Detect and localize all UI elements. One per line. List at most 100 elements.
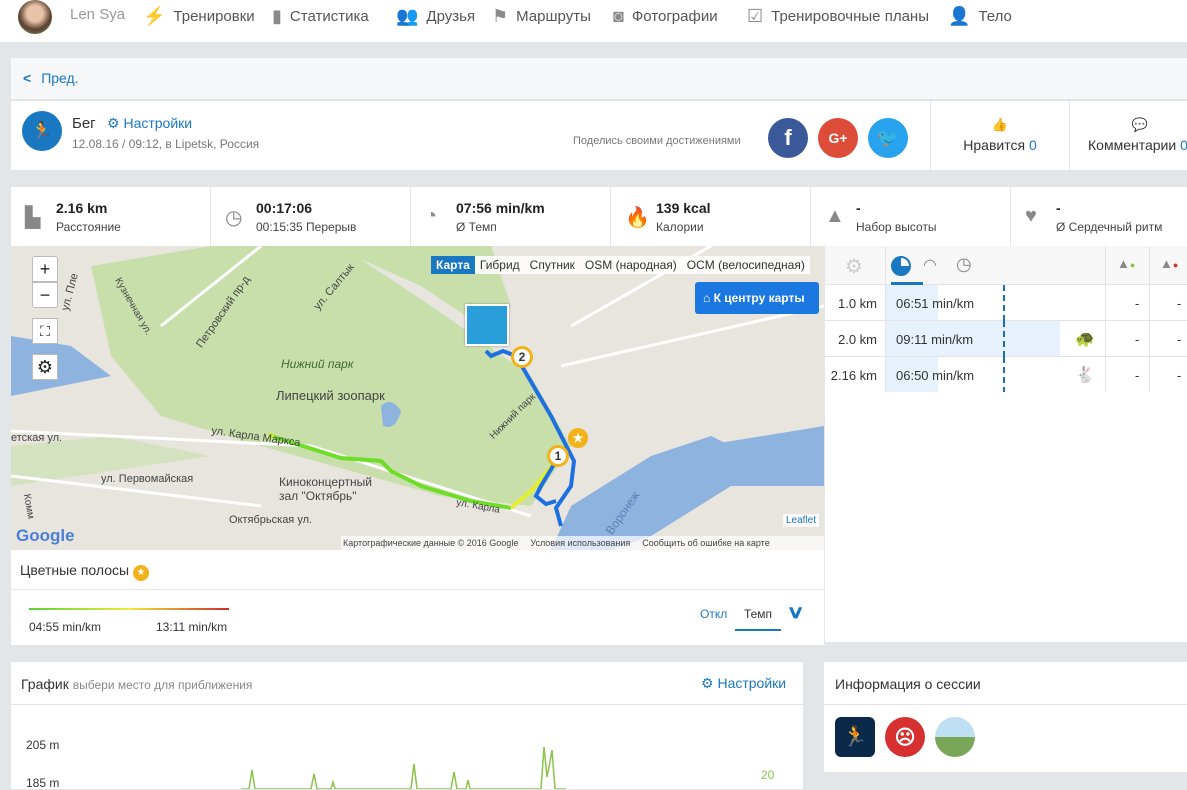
splits-empty-area [825, 392, 1187, 642]
tab-osm[interactable]: OSM (народная) [580, 256, 682, 274]
graph-panel: График выбери место для приближения ⚙ На… [11, 662, 803, 790]
leaflet-link[interactable]: Leaflet [783, 514, 820, 527]
descent-icon: ▲● [1160, 256, 1179, 271]
center-map-button[interactable]: ⌂ К центру карты [695, 282, 819, 314]
tab-hybrid[interactable]: Гибрид [475, 256, 525, 274]
heart-icon: ♥ [1025, 205, 1037, 227]
stopwatch-tab-icon[interactable]: ◷ [956, 254, 972, 275]
nav-routes[interactable]: ⚑ Маршруты [492, 6, 591, 27]
rabbit-icon: 🐇 [1075, 367, 1095, 384]
map-attribution: Картографические данные © 2016 Google Усл… [341, 536, 824, 550]
back-link[interactable]: < Пред. [23, 70, 79, 86]
splits-header: ⚙ ◠ ◷ ▲● ▲● [825, 246, 1187, 285]
comments-button[interactable]: 💬 Комментарии 0 [1070, 101, 1187, 170]
back-bar: < Пред. [11, 58, 1187, 100]
activity-settings-link[interactable]: ⚙ Настройки [107, 115, 192, 132]
google-logo: Google [16, 526, 75, 545]
zoom-out-button[interactable]: − [32, 282, 58, 308]
km-marker-1[interactable]: 1 [547, 445, 569, 467]
star-badge-icon: ★ [132, 565, 149, 581]
mountain-up-icon: ▲ [825, 205, 845, 227]
pace-icon: ◔ [425, 205, 438, 227]
stat-distance: ▙ 2.16 km Расстояние [11, 187, 211, 246]
color-tempo-tab[interactable]: Темп [735, 607, 781, 631]
average-pace-line [1003, 321, 1005, 357]
surface-road-icon: 🏃 [835, 717, 875, 757]
activity-meta: 12.08.16 / 09:12, в Lipetsk, Россия [72, 137, 260, 151]
km-marker-2[interactable]: 2 [511, 346, 533, 368]
ascent-icon: ▲● [1117, 256, 1136, 271]
clipboard-icon: ☑ [747, 6, 764, 26]
turtle-icon: 🐢 [1075, 331, 1095, 348]
zoom-in-button[interactable]: + [32, 256, 58, 282]
sport-name: Бег [72, 115, 96, 132]
gear-icon: ⚙ [701, 675, 718, 691]
activity-header: 🏃 Бег ⚙ Настройки 12.08.16 / 09:12, в Li… [11, 101, 1187, 170]
speedometer-tab-icon[interactable]: ◠ [923, 255, 937, 275]
facebook-share-button[interactable]: f [768, 118, 808, 158]
legend-max: 13:11 min/km [156, 620, 228, 634]
color-bands-title: Цветные полосы ★ [20, 562, 149, 581]
like-button[interactable]: 👍 Нравится 0 [931, 101, 1069, 170]
person-icon: 👤 [948, 6, 971, 26]
weather-park-icon [935, 717, 975, 757]
average-pace-line [1003, 285, 1005, 321]
split-row[interactable]: 2.16 km 06:50 min/km 🐇 - - [825, 357, 1187, 393]
comment-icon: 💬 [1131, 117, 1149, 132]
pace-tab-icon[interactable] [891, 256, 911, 276]
signpost-icon: ⚑ [492, 6, 509, 26]
road-icon: ▙ [25, 207, 41, 229]
fullscreen-button[interactable]: ⛶ [32, 318, 58, 344]
chevron-down-icon[interactable]: ∨ [786, 602, 804, 623]
splits-settings-gear-icon[interactable]: ⚙ [845, 254, 863, 279]
tab-ocm[interactable]: OCM (велосипедная) [682, 256, 810, 274]
twitter-share-button[interactable]: 🐦 [868, 118, 908, 158]
nav-photos[interactable]: ◙ Фотографии [613, 6, 718, 27]
stat-calories: 🔥 139 kcal Калории [611, 187, 811, 246]
tab-satellite[interactable]: Спутник [525, 256, 580, 274]
star-marker-icon[interactable]: ★ [568, 428, 588, 448]
graph-settings-link[interactable]: ⚙ Настройки [701, 675, 786, 692]
camera-icon: ◙ [613, 6, 624, 26]
gear-icon: ⚙ [107, 115, 124, 131]
color-off-tab[interactable]: Откл [700, 607, 727, 621]
nav-plans[interactable]: ☑ Тренировочные планы [747, 6, 929, 27]
tab-map[interactable]: Карта [431, 256, 475, 274]
split-row[interactable]: 1.0 km 06:51 min/km - - [825, 285, 1187, 321]
stat-heart-rate: ♥ - Ø Сердечный ритм [1011, 187, 1187, 246]
session-info-title: Информация о сессии [835, 676, 981, 692]
session-info-panel: Информация о сессии 🏃 ☹ [824, 662, 1187, 772]
top-nav: Len Sya ⚡ Тренировки ▮ Статистика 👥 Друзья … [0, 0, 1187, 42]
stat-pace: ◔ 07:56 min/km Ø Темп [411, 187, 611, 246]
stat-duration: ◷ 00:17:06 00:15:35 Перерыв [211, 187, 411, 246]
photo-marker[interactable] [465, 304, 509, 346]
google-plus-share-button[interactable]: G+ [818, 118, 858, 158]
legend-min: 04:55 min/km [29, 620, 102, 634]
elevation-chart-line[interactable] [11, 722, 803, 789]
map-type-tabs: Карта Гибрид Спутник OSM (народная) OCM (вел… [431, 256, 810, 274]
friends-icon: 👥 [396, 6, 419, 26]
average-pace-line [1003, 357, 1005, 393]
stat-elevation: ▲ - Набор высоты [811, 187, 1011, 246]
user-avatar[interactable] [18, 0, 52, 34]
nav-body[interactable]: 👤 Тело [948, 6, 1012, 27]
map-pin-icon: ⌂ [703, 291, 714, 305]
nav-friends[interactable]: 👥 Друзья [396, 6, 475, 27]
nav-trainings[interactable]: ⚡ Тренировки [143, 6, 255, 27]
thumbs-up-icon: 👍 [991, 117, 1009, 132]
flame-icon: 🔥 [625, 207, 650, 229]
map[interactable]: ул. Пле Кузнечная ул. Петровский пр-д ул… [11, 246, 824, 550]
mood-sad-icon: ☹ [885, 717, 925, 757]
bars-icon: ▮ [272, 6, 282, 26]
graph-title: График выбери место для приближения [21, 676, 253, 692]
nav-statistics[interactable]: ▮ Статистика [272, 6, 369, 27]
user-name[interactable]: Len Sya [70, 6, 125, 23]
share-text: Поделись своими достижениями [573, 135, 741, 147]
stopwatch-icon: ◷ [225, 207, 243, 229]
pace-gradient-legend [29, 608, 229, 610]
running-icon: 🏃 [22, 111, 62, 151]
runner-icon: ⚡ [143, 6, 166, 26]
map-settings-button[interactable]: ⚙ [32, 354, 58, 380]
split-row[interactable]: 2.0 km 09:11 min/km 🐢 - - [825, 321, 1187, 357]
chevron-left-icon: < [23, 70, 32, 86]
